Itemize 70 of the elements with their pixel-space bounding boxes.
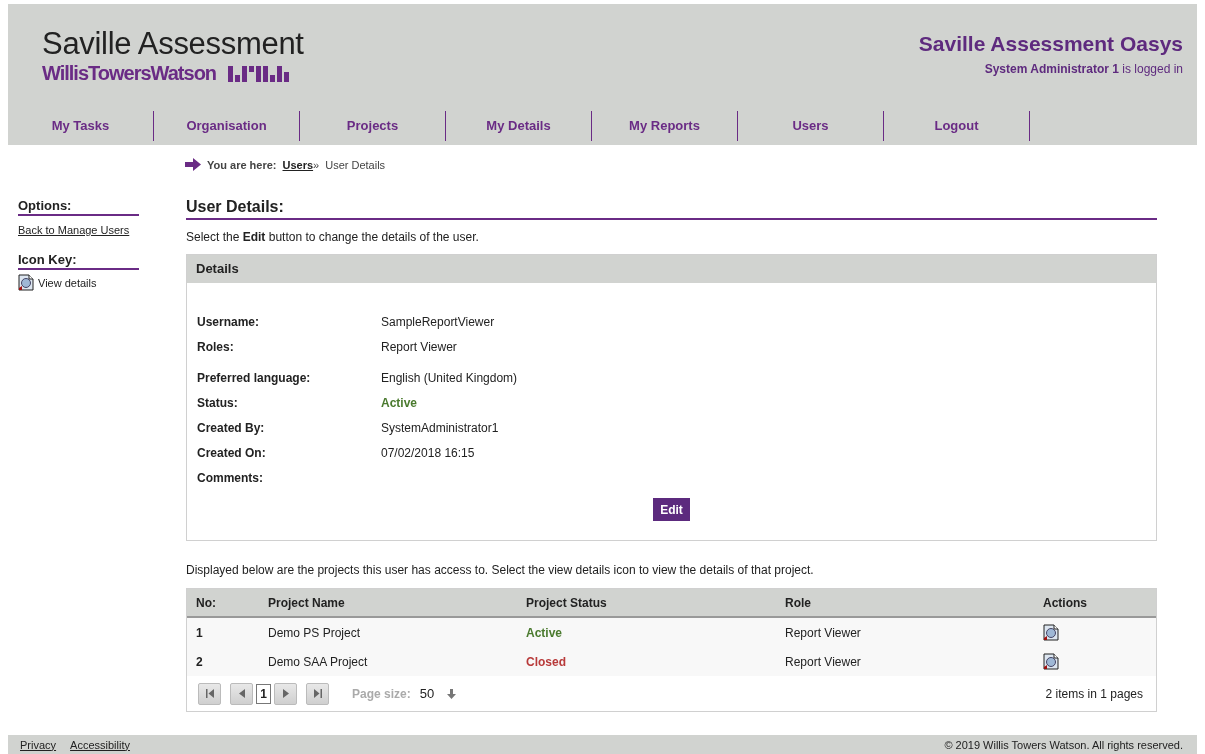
login-status: System Administrator 1 is logged in: [983, 62, 1183, 76]
first-page-icon: [205, 689, 214, 698]
field-label: Created On:: [197, 445, 267, 460]
nav-tab[interactable]: Organisation: [154, 111, 300, 141]
nav-tab[interactable]: Projects: [300, 111, 446, 141]
pager-summary: 2 items in 1 pages: [1045, 686, 1143, 701]
column-header: Project Status: [526, 595, 608, 610]
nav-tab[interactable]: Users: [738, 111, 884, 141]
field-value: SampleReportViewer: [381, 314, 495, 329]
document-magnifier-icon[interactable]: [1043, 624, 1060, 641]
breadcrumb-current: User Details: [325, 158, 386, 171]
panel-header: Details: [187, 255, 1156, 283]
column-header: Actions: [1043, 595, 1088, 610]
page-size-value[interactable]: 50: [419, 686, 435, 701]
previous-page-icon: [238, 689, 245, 698]
back-link[interactable]: Back to Manage Users: [18, 224, 130, 236]
next-page-icon: [282, 689, 289, 698]
breadcrumb-separator: »: [313, 158, 320, 171]
last-page-icon: [313, 689, 322, 698]
footer-link[interactable]: Privacy: [20, 738, 57, 751]
projects-description: Displayed below are the projects this user has access to. Select the view details icon to view the details of that project.: [186, 563, 815, 577]
column-header: Project Name: [268, 595, 346, 610]
field-label: Username:: [197, 314, 261, 329]
down-arrow-icon[interactable]: [447, 688, 457, 699]
field-label: Status:: [197, 395, 239, 410]
field-label: Roles:: [197, 339, 235, 354]
field-label: Preferred language:: [197, 370, 312, 385]
app-title: Saville Assessment Oasys: [918, 32, 1183, 56]
copyright-text: © 2019 Willis Towers Watson. All rights reserved.: [944, 738, 1183, 751]
nav-tab[interactable]: Logout: [884, 111, 1030, 141]
company-name: WillisTowersWatson: [42, 62, 217, 85]
page-number-button[interactable]: 1: [256, 683, 271, 704]
icon-key-heading: Icon Key:: [18, 252, 139, 270]
field-value: English (United Kingdom): [381, 370, 518, 385]
document-magnifier-icon: [18, 274, 35, 291]
field-label: Created By:: [197, 420, 266, 435]
breadcrumb-label: You are here:: [207, 158, 277, 171]
status-cell-text: Closed: [526, 654, 567, 669]
instruction-text: Select the Edit button to change the details of the user.: [186, 230, 480, 244]
options-heading: Options:: [18, 198, 139, 216]
nav-tab[interactable]: My Details: [446, 111, 592, 141]
next-page-button[interactable]: [274, 682, 297, 705]
field-value: 07/02/2018 16:15: [381, 445, 475, 460]
table-cell-text: Demo PS Project: [268, 625, 362, 640]
footer-link[interactable]: Accessibility: [70, 738, 130, 751]
arrow-icon: [185, 158, 201, 171]
document-magnifier-icon[interactable]: [1043, 653, 1060, 670]
table-cell-text: Report Viewer: [785, 625, 862, 640]
column-header: No:: [196, 595, 217, 610]
field-label: Comments:: [197, 470, 264, 485]
page-title: User Details:: [186, 198, 1157, 220]
field-value: SystemAdministrator1: [381, 420, 499, 435]
field-value: Active: [381, 395, 418, 410]
edit-button[interactable]: Edit: [653, 498, 690, 521]
column-header: Role: [785, 595, 812, 610]
first-page-button[interactable]: [198, 682, 221, 705]
nav-tab[interactable]: My Reports: [592, 111, 738, 141]
table-cell-text: 1: [196, 625, 204, 640]
table-cell-text: Demo SAA Project: [268, 654, 369, 669]
field-value: Report Viewer: [381, 339, 457, 354]
table-cell-text: 2: [196, 654, 204, 669]
nav-tab[interactable]: My Tasks: [8, 111, 154, 141]
status-cell-text: Active: [526, 625, 564, 640]
table-cell-text: Report Viewer: [785, 654, 862, 669]
previous-page-button[interactable]: [230, 682, 253, 705]
last-page-button[interactable]: [306, 682, 329, 705]
icon-key-label: View details: [38, 276, 97, 289]
page-size-label: Page size:: [352, 686, 411, 701]
brand-title: Saville Assessment: [42, 26, 304, 62]
breadcrumb-link[interactable]: Users: [282, 158, 314, 171]
